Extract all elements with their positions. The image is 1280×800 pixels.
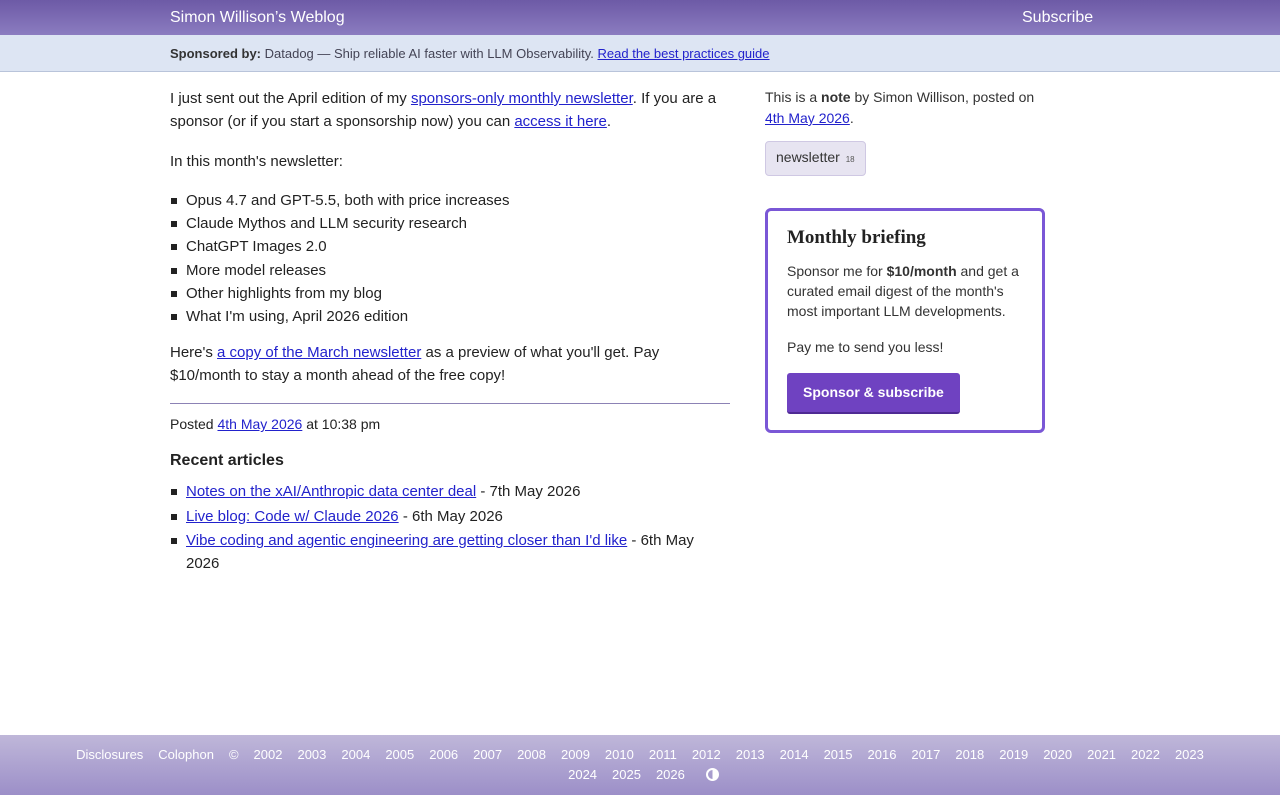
access-it-here-link[interactable]: access it here (514, 113, 607, 130)
posted-time: at 10:38 pm (302, 416, 381, 433)
march-newsletter-link[interactable]: a copy of the March newsletter (217, 344, 421, 361)
sponsor-subscribe-button[interactable]: Sponsor & subscribe (787, 373, 960, 414)
posted-label: Posted (170, 416, 218, 433)
year-link-2005[interactable]: 2005 (385, 747, 414, 762)
sponsor-banner-content: Sponsored by: Datadog — Ship reliable AI… (170, 46, 770, 61)
list-item: Notes on the xAI/Anthropic data center d… (171, 480, 730, 503)
briefing-description: Sponsor me for $10/month and get a curat… (787, 261, 1023, 321)
briefing-text: Sponsor me for (787, 263, 887, 279)
note-text: by Simon Willison, posted on (850, 89, 1035, 105)
year-link-2010[interactable]: 2010 (605, 747, 634, 762)
sponsor-text: Datadog — Ship reliable AI faster with L… (264, 46, 594, 61)
list-item: What I'm using, April 2026 edition (171, 305, 730, 328)
list-item: ChatGPT Images 2.0 (171, 235, 730, 258)
year-link-2009[interactable]: 2009 (561, 747, 590, 762)
year-link-2017[interactable]: 2017 (911, 747, 940, 762)
recent-articles-list: Notes on the xAI/Anthropic data center d… (170, 480, 730, 575)
recent-article-link[interactable]: Vibe coding and agentic engineering are … (186, 532, 627, 549)
subscribe-link[interactable]: Subscribe (1022, 9, 1093, 27)
briefing-price: $10/month (886, 263, 957, 279)
note-date-link[interactable]: 4th May 2026 (765, 110, 850, 126)
note-metadata: This is a note by Simon Willison, posted… (765, 87, 1045, 129)
newsletter-contents-heading: In this month's newsletter: (170, 153, 343, 170)
year-link-2021[interactable]: 2021 (1087, 747, 1116, 762)
briefing-tagline: Pay me to send you less! (787, 339, 944, 355)
year-links: 2024 2025 2026 (561, 767, 693, 782)
recent-article-date: - 7th May 2026 (476, 483, 581, 501)
footer: Disclosures Colophon © 2002 2003 2004 2005 2006… (0, 735, 1280, 795)
site-title-link[interactable]: Simon Willison’s Weblog (170, 9, 345, 27)
note-type: note (821, 89, 851, 105)
copyright-symbol: © (228, 747, 239, 762)
note-text: This is a (765, 89, 822, 105)
recent-article-link[interactable]: Notes on the xAI/Anthropic data center d… (186, 483, 476, 500)
year-link-2014[interactable]: 2014 (780, 747, 809, 762)
sponsor-banner: Sponsored by: Datadog — Ship reliable AI… (0, 35, 1280, 72)
monthly-briefing-box: Monthly briefing Sponsor me for $10/mont… (765, 208, 1045, 433)
year-link-2013[interactable]: 2013 (736, 747, 765, 762)
sidebar: This is a note by Simon Willison, posted… (765, 87, 1045, 433)
preview-paragraph: Here's a copy of the March newsletter as… (170, 341, 730, 387)
disclosures-link[interactable]: Disclosures (76, 747, 143, 762)
divider (170, 403, 730, 405)
year-link-2003[interactable]: 2003 (297, 747, 326, 762)
year-link-2007[interactable]: 2007 (473, 747, 502, 762)
year-link-2011[interactable]: 2011 (649, 747, 677, 762)
year-link-2015[interactable]: 2015 (824, 747, 853, 762)
note-text: . (849, 110, 854, 126)
year-link-2002[interactable]: 2002 (254, 747, 283, 762)
post-text: Here's (170, 344, 218, 362)
top-navigation-bar: Simon Willison’s Weblog Subscribe (0, 0, 1280, 35)
post-content: I just sent out the April edition of my … (170, 87, 730, 588)
posted-date-link[interactable]: 4th May 2026 (217, 416, 302, 432)
sponsors-newsletter-link[interactable]: sponsors-only monthly newsletter (411, 90, 633, 107)
sponsor-label: Sponsored by: (170, 46, 262, 61)
posted-info: Posted 4th May 2026 at 10:38 pm (170, 414, 730, 434)
year-link-2023[interactable]: 2023 (1175, 747, 1204, 762)
sponsor-guide-link[interactable]: Read the best practices guide (598, 46, 770, 61)
year-link-2019[interactable]: 2019 (999, 747, 1028, 762)
recent-article-link[interactable]: Live blog: Code w/ Claude 2026 (186, 508, 399, 525)
colophon-link[interactable]: Colophon (158, 747, 214, 762)
recent-articles-heading: Recent articles (170, 452, 284, 470)
list-item: Other highlights from my blog (171, 282, 730, 305)
briefing-title: Monthly briefing (787, 227, 926, 248)
contrast-toggle-icon[interactable] (706, 768, 720, 781)
list-item: Claude Mythos and LLM security research (171, 212, 730, 235)
year-link-2024[interactable]: 2024 (568, 767, 597, 782)
tag-label: newsletter (776, 149, 840, 165)
list-item: Vibe coding and agentic engineering are … (171, 529, 730, 575)
year-link-2004[interactable]: 2004 (341, 747, 370, 762)
newsletter-contents-list: Opus 4.7 and GPT-5.5, both with price in… (170, 189, 730, 328)
year-link-2026[interactable]: 2026 (656, 767, 685, 782)
year-link-2008[interactable]: 2008 (517, 747, 546, 762)
year-links: 2002 2003 2004 2005 2006 2007 2008 2009 2010 2011… (246, 747, 1211, 762)
year-link-2022[interactable]: 2022 (1131, 747, 1160, 762)
year-link-2020[interactable]: 2020 (1043, 747, 1072, 762)
list-item: More model releases (171, 259, 730, 282)
recent-article-date: - 6th May 2026 (398, 507, 503, 525)
year-link-2006[interactable]: 2006 (429, 747, 458, 762)
year-link-2018[interactable]: 2018 (955, 747, 984, 762)
footer-row: 2024 2025 2026 (0, 767, 1280, 782)
post-intro-paragraph: I just sent out the April edition of my … (170, 87, 730, 133)
year-link-2012[interactable]: 2012 (692, 747, 721, 762)
list-item: Live blog: Code w/ Claude 2026 - 6th May… (171, 505, 730, 528)
year-link-2016[interactable]: 2016 (868, 747, 897, 762)
footer-row: Disclosures Colophon © 2002 2003 2004 2005 2006… (0, 747, 1280, 762)
year-link-2025[interactable]: 2025 (612, 767, 641, 782)
post-text: I just sent out the April edition of my (170, 90, 411, 107)
list-item: Opus 4.7 and GPT-5.5, both with price in… (171, 189, 730, 212)
tag-newsletter[interactable]: newsletter 18 (765, 141, 866, 176)
tag-count: 18 (845, 155, 855, 164)
post-text: . (606, 113, 612, 130)
